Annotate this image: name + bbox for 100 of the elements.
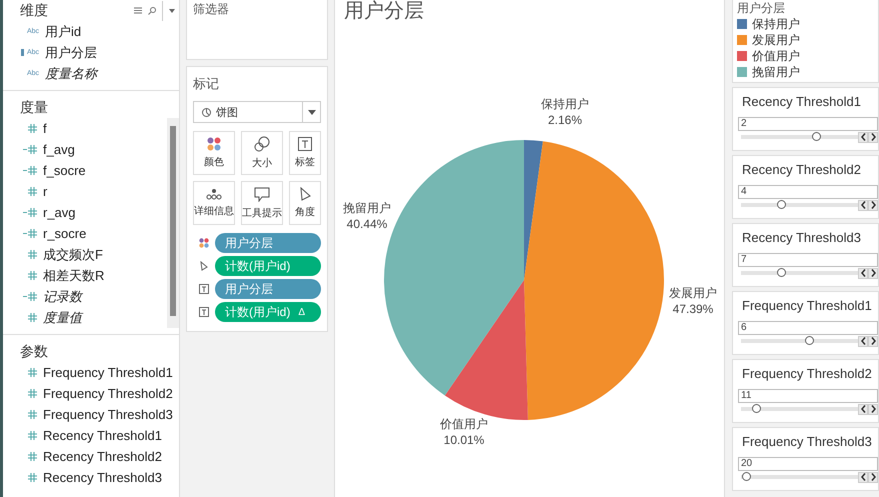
section-title: 维度 — [20, 2, 48, 20]
color-dots-icon — [207, 137, 221, 151]
search-icon[interactable] — [148, 6, 156, 14]
chevron-right-icon[interactable] — [870, 269, 876, 277]
chevron-right-icon[interactable] — [870, 405, 876, 413]
chevron-left-icon[interactable] — [860, 405, 866, 413]
number-icon — [28, 250, 37, 259]
mark-property-button[interactable]: 大小 — [241, 131, 283, 175]
parameter-name[interactable]: Frequency Threshold3 — [43, 407, 173, 422]
number-icon — [28, 389, 37, 398]
value-field[interactable]: 11 — [738, 389, 878, 403]
slider-thumb[interactable] — [742, 472, 751, 481]
chevron-left-icon[interactable] — [860, 269, 866, 277]
section-title: 度量 — [20, 98, 48, 116]
field-name[interactable]: f — [43, 121, 47, 136]
section-title: 参数 — [20, 342, 48, 360]
field-name[interactable]: r — [43, 184, 48, 199]
field-name[interactable]: 相差天数R — [43, 266, 104, 284]
mark-property-button[interactable]: 详细信息 — [193, 181, 235, 225]
speech-bubble-icon — [254, 186, 270, 202]
detail-dots-icon — [206, 188, 222, 200]
parameter-title: Recency Threshold2 — [741, 162, 862, 179]
size-circles-icon — [254, 136, 270, 152]
slider-thumb[interactable] — [752, 404, 762, 413]
parameter-name[interactable]: Frequency Threshold1 — [43, 365, 173, 380]
dropdown-caret-icon[interactable] — [308, 110, 316, 114]
card-title: 筛选器 — [193, 2, 229, 16]
parameter-name[interactable]: Recency Threshold2 — [43, 449, 162, 464]
chevron-left-icon[interactable] — [860, 133, 866, 141]
legend-label[interactable]: 发展用户 — [752, 32, 800, 48]
field-name[interactable]: 记录数 — [43, 288, 82, 306]
field-name[interactable]: 用户分层 — [45, 44, 97, 62]
parameter-name[interactable]: Recency Threshold1 — [43, 428, 162, 443]
pie-icon — [202, 108, 211, 116]
calculated-number-icon — [23, 229, 37, 238]
mark-property-button[interactable]: 角度 — [289, 181, 321, 225]
angle-icon — [298, 187, 312, 201]
value-field[interactable]: 6 — [738, 321, 878, 335]
number-icon — [28, 452, 37, 461]
text-label-icon — [199, 284, 209, 294]
chevron-left-icon[interactable] — [860, 473, 866, 481]
chevron-right-icon[interactable] — [870, 133, 876, 141]
number-icon — [28, 271, 37, 280]
slider-thumb[interactable] — [776, 200, 786, 209]
slider-thumb[interactable] — [812, 132, 821, 141]
parameter-name[interactable]: Recency Threshold3 — [43, 470, 162, 485]
chevron-left-icon[interactable] — [860, 201, 866, 209]
slice-percent: 10.01% — [444, 433, 484, 447]
number-icon — [28, 473, 37, 482]
number-icon — [28, 431, 37, 440]
field-name[interactable]: 成交频次F — [43, 246, 103, 264]
parameter-title: Recency Threshold1 — [741, 94, 862, 111]
parameter-title: Frequency Threshold3 — [741, 434, 873, 451]
chevron-right-icon[interactable] — [870, 201, 876, 209]
mark-type-dropdown[interactable]: 饼图 — [193, 101, 321, 123]
chevron-left-icon[interactable] — [860, 337, 866, 345]
value-field[interactable]: 20 — [738, 457, 878, 471]
field-name[interactable]: 用户id — [45, 22, 82, 40]
parameter-title: Recency Threshold3 — [741, 230, 862, 247]
field-name[interactable]: 度量名称 — [45, 64, 97, 82]
slice-label: 保持用户 — [541, 97, 589, 111]
slice-label: 挽留用户 — [343, 201, 391, 215]
mark-property-button[interactable]: 颜色 — [193, 131, 235, 175]
chevron-right-icon[interactable] — [870, 473, 876, 481]
slider-thumb[interactable] — [804, 336, 814, 345]
slice-label: 价值用户 — [440, 417, 488, 431]
field-name[interactable]: f_avg — [43, 142, 75, 157]
chevron-right-icon[interactable] — [870, 337, 876, 345]
number-icon — [28, 410, 37, 419]
mark-type-label: 饼图 — [216, 106, 238, 120]
mark-property-button[interactable]: 工具提示 — [241, 181, 283, 225]
grid-view-icon[interactable] — [134, 7, 142, 14]
mark-property-button[interactable]: 标签 — [289, 131, 321, 175]
slice-percent: 47.39% — [672, 302, 714, 316]
legend-label[interactable]: 价值用户 — [752, 48, 800, 64]
calculated-number-icon — [23, 145, 37, 154]
card-title: 标记 — [193, 75, 220, 93]
value-field[interactable]: 7 — [738, 253, 878, 267]
number-icon — [28, 313, 37, 322]
value-field[interactable]: 4 — [738, 185, 878, 199]
color-dots-icon — [199, 238, 209, 248]
calculated-number-icon — [23, 292, 37, 301]
angle-icon — [199, 261, 209, 271]
field-name[interactable]: f_socre — [43, 163, 86, 178]
parameter-title: Frequency Threshold2 — [741, 366, 873, 383]
parameter-name[interactable]: Frequency Threshold2 — [43, 386, 173, 401]
legend-label[interactable]: 保持用户 — [752, 16, 800, 32]
dropdown-caret-icon[interactable] — [169, 8, 175, 12]
number-icon — [28, 368, 37, 377]
legend-label[interactable]: 挽留用户 — [752, 64, 800, 80]
value-field[interactable]: 2 — [738, 117, 878, 131]
slice-label: 发展用户 — [669, 286, 717, 300]
calculated-number-icon — [23, 166, 37, 175]
slider-thumb[interactable] — [776, 268, 786, 277]
calculated-number-icon — [23, 208, 37, 217]
scrollbar[interactable] — [167, 118, 179, 328]
field-name[interactable]: r_avg — [43, 205, 76, 220]
field-name[interactable]: 度量值 — [43, 308, 82, 326]
field-name[interactable]: r_socre — [43, 226, 86, 241]
number-icon — [28, 124, 37, 133]
